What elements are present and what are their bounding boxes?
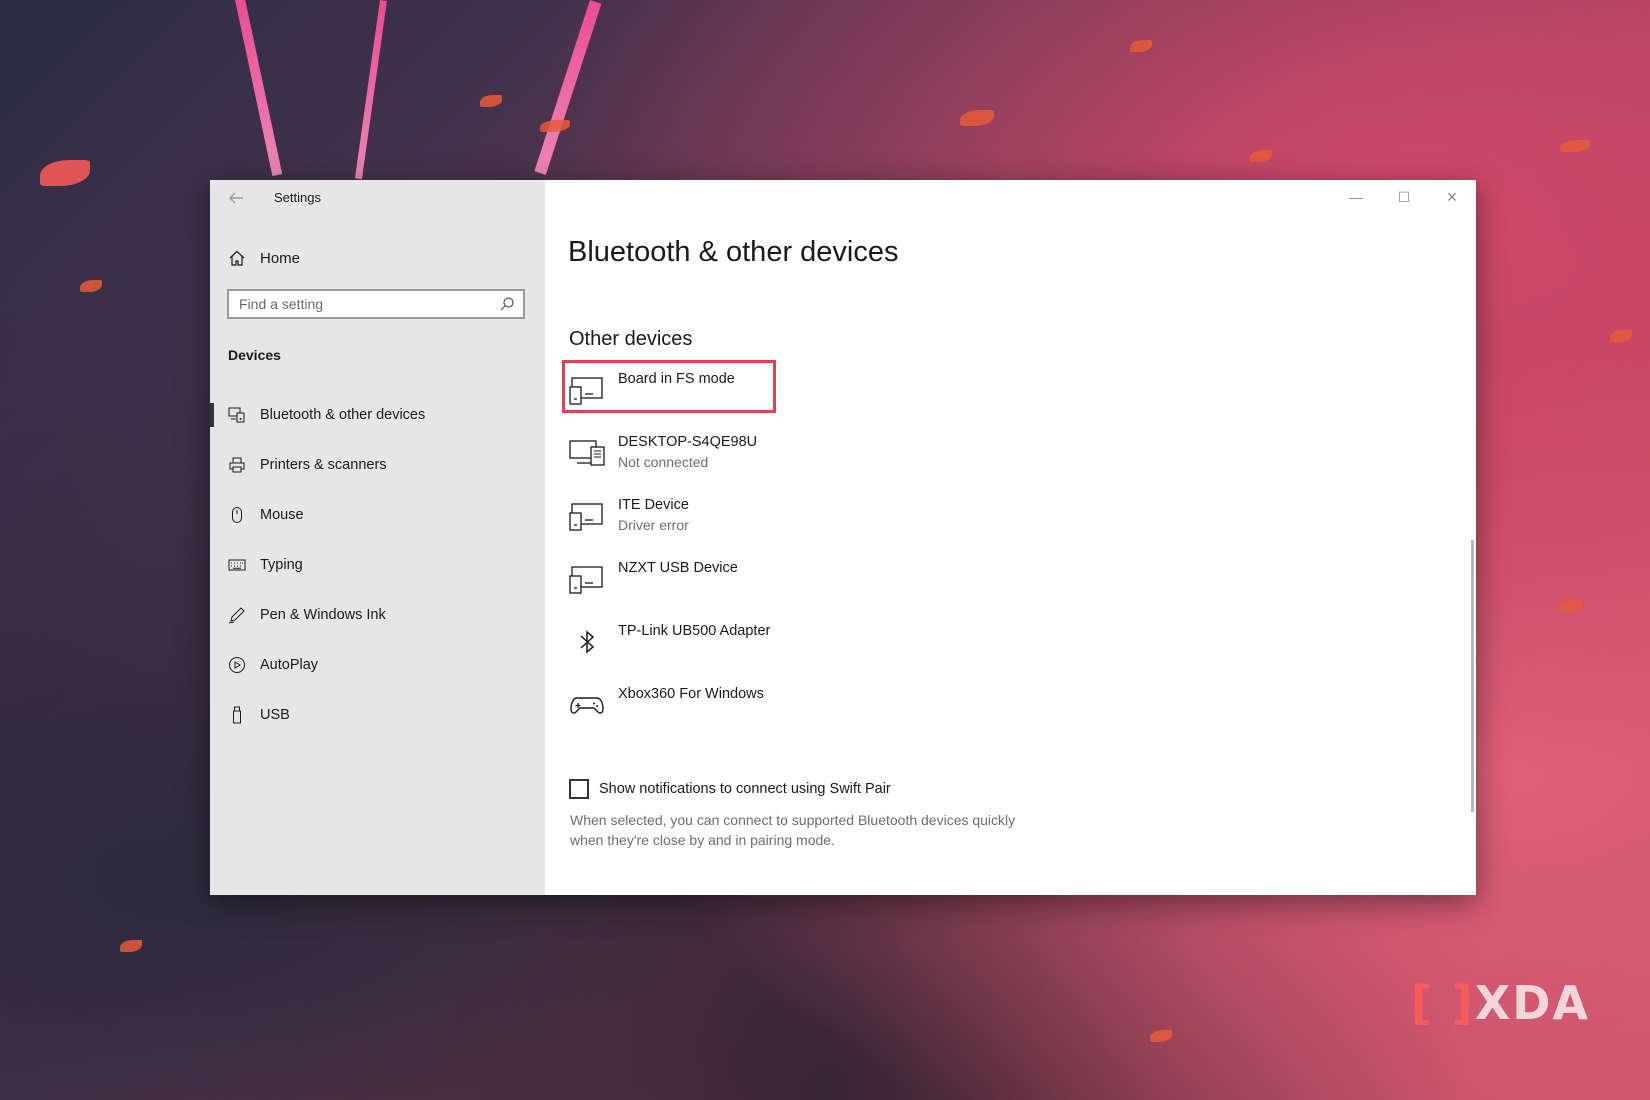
scrollbar[interactable]: [1471, 540, 1474, 812]
xda-watermark: [ ]XDA: [1411, 976, 1590, 1030]
keyboard-icon: [228, 556, 246, 574]
device-name: Board in FS mode: [618, 371, 735, 387]
app-title: Settings: [274, 190, 321, 205]
watermark-text: XDA: [1474, 976, 1590, 1030]
wallpaper-leaf: [1610, 330, 1632, 342]
sidebar-item-bluetooth[interactable]: Bluetooth & other devices: [210, 390, 545, 440]
device-item-nzxt[interactable]: NZXT USB Device: [569, 551, 1169, 614]
main-content: — ☐ ✕ Bluetooth & other devices Other de…: [545, 180, 1476, 895]
swift-pair-description: When selected, you can connect to suppor…: [570, 812, 1016, 848]
usb-icon: [228, 706, 246, 724]
sidebar: Settings Home Devices Bluetooth & other …: [210, 180, 545, 895]
home-icon: [228, 249, 246, 267]
gamepad-icon: [569, 689, 605, 721]
search-icon[interactable]: [499, 296, 515, 312]
sidebar-item-label: Mouse: [260, 507, 304, 523]
wallpaper-leaf: [480, 95, 502, 107]
device-item-xbox[interactable]: Xbox360 For Windows: [569, 677, 1169, 740]
wallpaper-leaf: [1150, 1030, 1172, 1042]
device-icon: [569, 374, 605, 406]
device-name: DESKTOP-S4QE98U: [618, 434, 758, 450]
sidebar-item-label: Printers & scanners: [260, 457, 387, 473]
devices-section-label: Devices: [228, 347, 281, 363]
wallpaper-leaf: [540, 120, 570, 132]
minimize-button[interactable]: —: [1332, 180, 1380, 214]
back-arrow-icon[interactable]: [226, 188, 246, 208]
sidebar-item-label: USB: [260, 707, 290, 723]
home-nav-item[interactable]: Home: [228, 246, 300, 270]
device-item-board[interactable]: Board in FS mode: [569, 362, 1169, 425]
sidebar-item-printers[interactable]: Printers & scanners: [210, 440, 545, 490]
swift-pair-option[interactable]: Show notifications to connect using Swif…: [569, 779, 891, 799]
device-name: ITE Device: [618, 497, 689, 513]
page-title: Bluetooth & other devices: [568, 236, 899, 268]
sidebar-item-mouse[interactable]: Mouse: [210, 490, 545, 540]
device-name: TP-Link UB500 Adapter: [618, 623, 771, 639]
device-icon: [569, 500, 605, 532]
sidebar-item-label: Bluetooth & other devices: [260, 407, 426, 423]
sidebar-item-label: Pen & Windows Ink: [260, 607, 386, 623]
window-controls: — ☐ ✕: [1332, 180, 1476, 214]
pen-icon: [228, 606, 246, 624]
other-devices-heading: Other devices: [569, 328, 693, 350]
close-button[interactable]: ✕: [1428, 180, 1476, 214]
wallpaper-leaf: [1560, 600, 1582, 612]
wallpaper-leaf: [1250, 150, 1272, 162]
search-input[interactable]: [229, 295, 499, 313]
bluetooth-icon: [569, 626, 605, 658]
settings-window: Settings Home Devices Bluetooth & other …: [210, 180, 1476, 895]
wallpaper-beam: [354, 0, 387, 180]
wallpaper-leaf: [80, 280, 102, 292]
wallpaper-leaf: [40, 160, 90, 186]
maximize-button[interactable]: ☐: [1380, 180, 1428, 214]
bluetooth-devices-icon: [228, 406, 246, 424]
printer-icon: [228, 456, 246, 474]
sidebar-nav: Bluetooth & other devices Printers & sca…: [210, 390, 545, 740]
device-status: Driver error: [618, 517, 689, 533]
device-list: Board in FS mode DESKTOP-S4QE98U Not con…: [569, 362, 1169, 740]
device-item-tplink[interactable]: TP-Link UB500 Adapter: [569, 614, 1169, 677]
sidebar-item-label: AutoPlay: [260, 657, 319, 673]
home-label: Home: [260, 249, 301, 267]
wallpaper-leaf: [120, 940, 142, 952]
sidebar-item-autoplay[interactable]: AutoPlay: [210, 640, 545, 690]
device-status: Not connected: [618, 454, 709, 470]
computer-icon: [569, 437, 605, 469]
swift-pair-checkbox[interactable]: [569, 779, 589, 799]
wallpaper-leaf: [960, 110, 994, 126]
wallpaper-beam: [235, 0, 283, 177]
device-name: NZXT USB Device: [618, 560, 738, 576]
swift-pair-label: Show notifications to connect using Swif…: [599, 781, 891, 797]
device-name: Xbox360 For Windows: [618, 686, 764, 702]
wallpaper-leaf: [1130, 40, 1152, 52]
device-item-desktop[interactable]: DESKTOP-S4QE98U Not connected: [569, 425, 1169, 488]
watermark-bracket: [ ]: [1410, 976, 1475, 1030]
device-icon: [569, 563, 605, 595]
device-item-ite[interactable]: ITE Device Driver error: [569, 488, 1169, 551]
wallpaper-beam: [534, 0, 602, 175]
sidebar-item-typing[interactable]: Typing: [210, 540, 545, 590]
autoplay-icon: [228, 656, 246, 674]
mouse-icon: [228, 506, 246, 524]
search-box[interactable]: [227, 289, 525, 319]
sidebar-item-pen[interactable]: Pen & Windows Ink: [210, 590, 545, 640]
wallpaper-leaf: [1560, 140, 1590, 152]
sidebar-item-label: Typing: [260, 557, 303, 573]
sidebar-item-usb[interactable]: USB: [210, 690, 545, 740]
